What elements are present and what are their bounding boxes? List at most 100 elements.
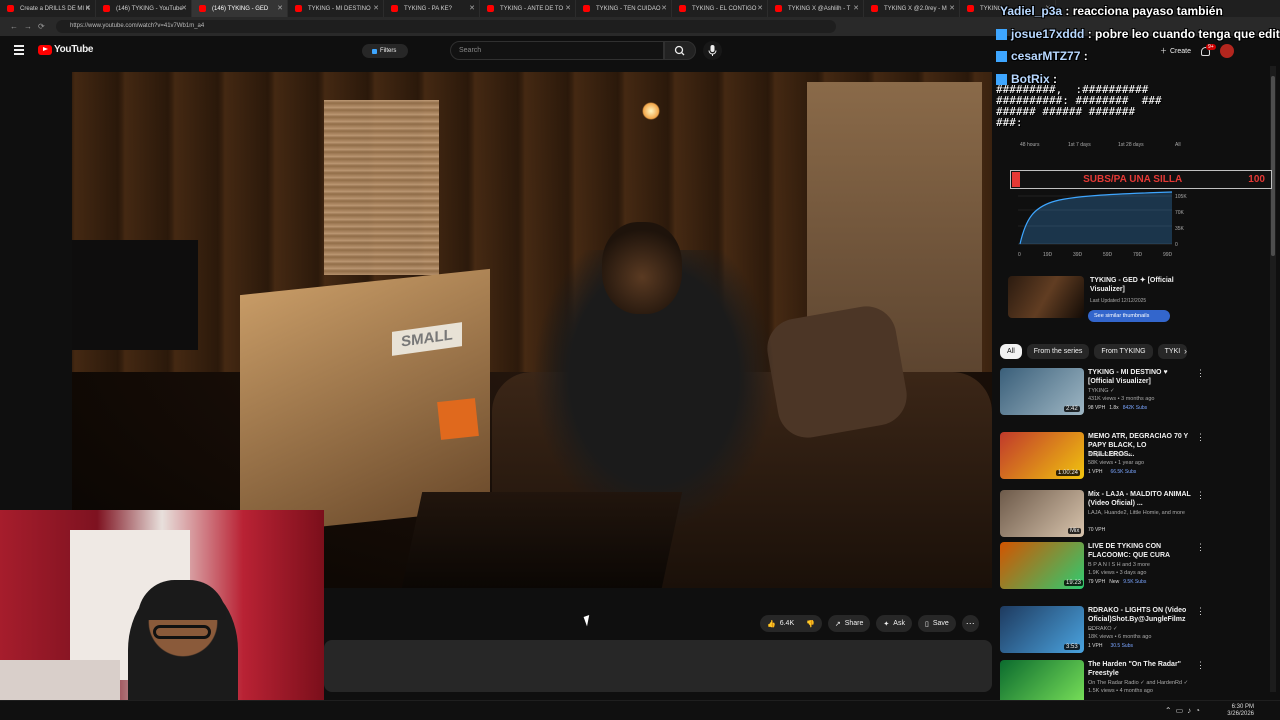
microphone-icon [708, 45, 717, 56]
close-tab-icon[interactable]: ✕ [661, 4, 667, 12]
more-vert-icon[interactable]: ⋮ [1196, 368, 1205, 379]
subs-goal-bar: SUBS/PA UNA SILLA 100 [1010, 170, 1272, 189]
close-tab-icon[interactable]: ✕ [181, 4, 187, 12]
filters-button[interactable]: Filters [362, 44, 408, 58]
recommendation-item[interactable]: 1:00:24 MEMO ATR, DEGRACIAO 70 Y PAPY BL… [1000, 432, 1205, 484]
chip-all[interactable]: All [1000, 344, 1022, 359]
recommendation-item[interactable]: 19:23 LIVE DE TYKING CON FLACOOMC: QUE C… [1000, 542, 1205, 594]
voice-search-button[interactable] [703, 41, 722, 60]
graph-y-tick: 0 [1175, 242, 1178, 248]
hamburger-menu-icon[interactable] [14, 45, 24, 55]
close-tab-icon[interactable]: ✕ [853, 4, 859, 12]
more-vert-icon[interactable]: ⋮ [1196, 606, 1205, 617]
video-stats: 79 VPH New 9.5K Subs [1088, 579, 1147, 585]
like-button[interactable]: 👍 6.4K 👎 [760, 615, 822, 632]
video-duration: 3:53 [1064, 644, 1080, 650]
search-button[interactable] [664, 41, 696, 60]
nav-buttons[interactable]: ←→⟳ [10, 22, 50, 31]
video-views: 431K views • 3 months ago [1088, 396, 1155, 402]
more-vert-icon[interactable]: ⋮ [1196, 432, 1205, 443]
close-tab-icon[interactable]: ✕ [277, 4, 283, 12]
browser-tab[interactable]: (146) TYKING - YouTube ✕ [96, 0, 192, 17]
video-stats: 70 VPH [1088, 527, 1106, 533]
scrollbar-thumb[interactable] [1271, 76, 1275, 256]
browser-tab[interactable]: TYKING X @2.0rey - M ✕ [864, 0, 960, 17]
video-views: 1.9K views • 3 days ago [1088, 570, 1147, 576]
close-tab-icon[interactable]: ✕ [565, 4, 571, 12]
browser-tab[interactable]: TYKING ✕ [960, 0, 1056, 17]
share-button[interactable]: ↗ Share [827, 615, 871, 632]
chevron-right-icon[interactable]: › [1184, 346, 1187, 356]
youtube-logo[interactable]: YouTube [38, 44, 94, 55]
close-tab-icon[interactable]: ✕ [373, 4, 379, 12]
more-actions-icon[interactable]: ⋯ [961, 615, 979, 632]
close-tab-icon[interactable]: ✕ [85, 4, 91, 12]
youtube-favicon-icon [775, 5, 782, 12]
browser-tab[interactable]: TYKING - ANTE DE TO ✕ [480, 0, 576, 17]
graph-x-tick: 0 [1018, 252, 1021, 258]
video-scene-window [324, 100, 439, 275]
video-title: The Harden "On The Radar" Freestyle [1088, 661, 1181, 677]
browser-tab[interactable]: TYKING - PA KE? ✕ [384, 0, 480, 17]
browser-tab[interactable]: Create a DRILLS DE MI K ✕ [0, 0, 96, 17]
bookmark-icon: ▯ [924, 620, 929, 628]
plus-icon: ＋ [1160, 48, 1167, 55]
analytics-video-title: TYKING - GED ✦ [Official Visualizer] [1090, 277, 1174, 293]
video-scene-pillow [762, 301, 912, 443]
browser-tab[interactable]: TYKING - EL CONTIGO ✕ [672, 0, 768, 17]
browser-tab-active[interactable]: (146) TYKING - GED ✕ [192, 0, 288, 17]
browser-tab-bar: Create a DRILLS DE MI K ✕ (146) TYKING - … [0, 0, 1280, 17]
close-tab-icon[interactable]: ✕ [469, 4, 475, 12]
more-vert-icon[interactable]: ⋮ [1196, 542, 1205, 553]
notifications-bell-icon[interactable]: 9+ [1201, 43, 1216, 56]
search-input[interactable]: Search [450, 41, 664, 60]
recommendation-item[interactable]: Mix Mix - LAJA - MALDITO ANIMAL (Video O… [1000, 490, 1205, 542]
graph-y-tick: 70K [1175, 210, 1184, 216]
dislike-button[interactable]: 👎 [806, 620, 815, 628]
ask-button[interactable]: ✦ Ask [876, 615, 912, 632]
sidebar-scrollbar[interactable] [1270, 66, 1276, 692]
youtube-favicon-icon [871, 5, 878, 12]
close-tab-icon[interactable]: ✕ [1045, 4, 1051, 12]
similar-thumbnails-button[interactable]: See similar thumbnails [1088, 310, 1170, 322]
more-vert-icon[interactable]: ⋮ [1196, 490, 1205, 501]
range-tab[interactable]: 48 hours [1020, 142, 1039, 148]
chip-more[interactable]: TYKI [1157, 344, 1188, 359]
tray-icons[interactable]: ⌃▭♪◔ [1165, 706, 1204, 715]
graph-x-tick: 59D [1103, 252, 1113, 258]
account-avatar[interactable] [1220, 44, 1235, 58]
graph-x-tick: 79D [1133, 252, 1143, 258]
notification-badge: 9+ [1206, 43, 1216, 50]
range-tab[interactable]: 1st 7 days [1068, 142, 1091, 148]
save-button[interactable]: ▯ Save [917, 615, 956, 632]
url-field[interactable]: https://www.youtube.com/watch?v=41v7Wb1m… [56, 20, 836, 33]
sparkle-icon: ✦ [883, 620, 890, 628]
browser-tab[interactable]: TYKING - MI DESTINO ✕ [288, 0, 384, 17]
analytics-video-thumbnail[interactable] [1008, 276, 1084, 318]
video-views: 1.5K views • 4 months ago [1088, 688, 1153, 694]
favicon-icon [7, 5, 14, 12]
browser-tab[interactable]: TYKING X @Ashlilh - T ✕ [768, 0, 864, 17]
youtube-favicon-icon [487, 5, 494, 12]
youtube-favicon-icon [583, 5, 590, 12]
channel-name: TYKING ✓ [1088, 388, 1115, 394]
youtube-play-icon [38, 44, 52, 55]
recommendation-item[interactable]: 3:53 RDRAKO - LIGHTS ON (Video Oficial)S… [1000, 606, 1205, 658]
youtube-favicon-icon [391, 5, 398, 12]
system-clock[interactable]: 6:30 PM 3/26/2026 [1227, 704, 1254, 718]
browser-tab[interactable]: TYKING - TEN CUIDAO ✕ [576, 0, 672, 17]
video-scene-lamp [642, 102, 660, 120]
close-tab-icon[interactable]: ✕ [757, 4, 763, 12]
recommendation-item[interactable]: 2:42 TYKING - MI DESTINO ♥ [Official Vis… [1000, 368, 1205, 420]
graph-x-tick: 19D [1043, 252, 1053, 258]
recommendation-item[interactable]: The Harden "On The Radar" Freestyle On T… [1000, 660, 1204, 700]
chip-from-series[interactable]: From the series [1026, 344, 1090, 359]
description-box[interactable] [324, 640, 992, 692]
range-tab[interactable]: 1st 28 days [1118, 142, 1144, 148]
more-vert-icon[interactable]: ⋮ [1196, 660, 1204, 671]
close-tab-icon[interactable]: ✕ [949, 4, 955, 12]
create-button[interactable]: ＋ Create [1160, 46, 1191, 56]
chip-from-channel[interactable]: From TYKING [1094, 344, 1153, 359]
range-tab[interactable]: All [1175, 142, 1181, 148]
views-graph [1012, 188, 1192, 258]
